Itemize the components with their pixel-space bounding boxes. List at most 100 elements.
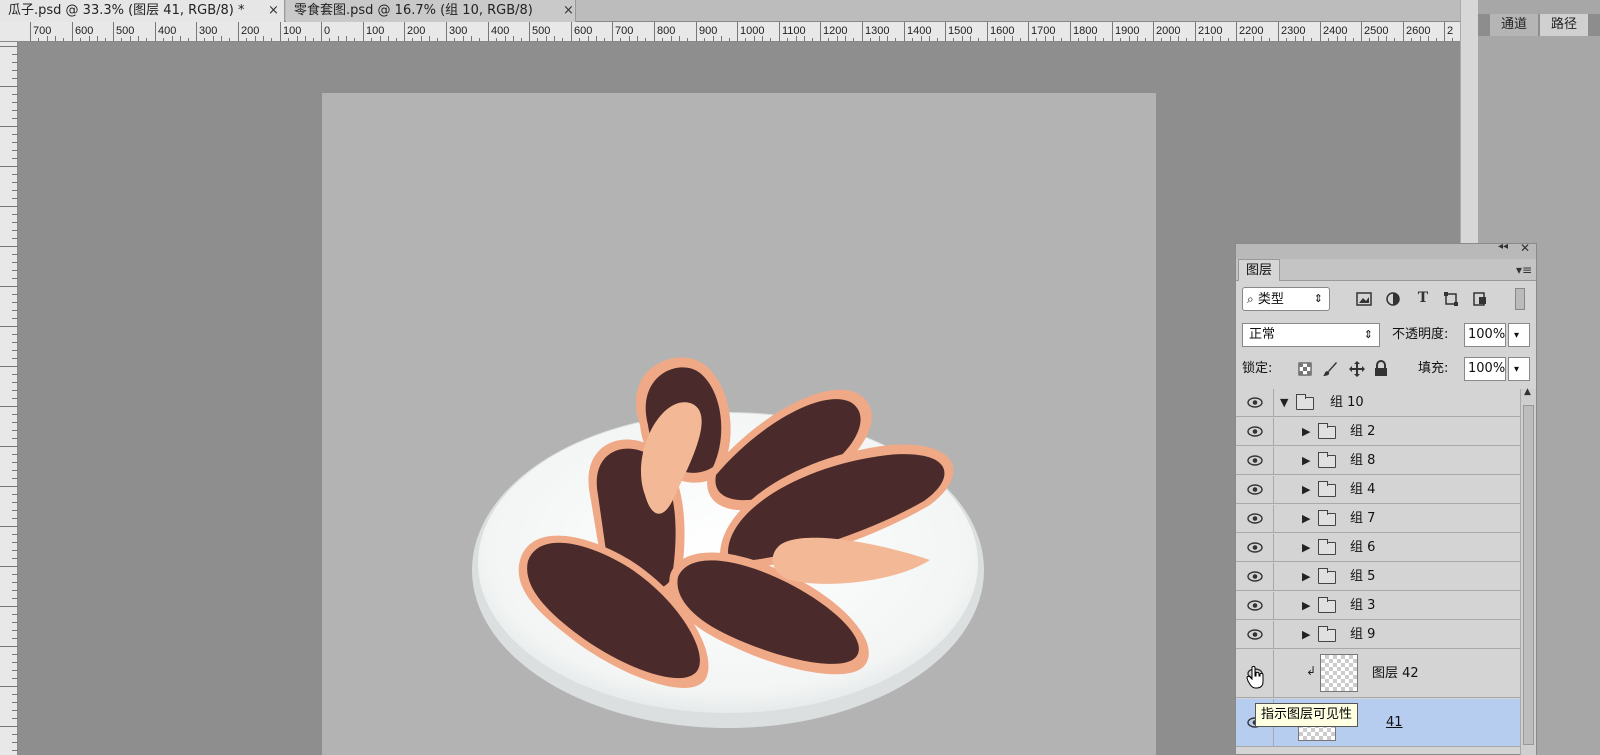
ruler-minor-tick: [271, 38, 272, 41]
visibility-toggle[interactable]: [1236, 389, 1274, 416]
ruler-minor-tick: [163, 38, 164, 41]
visibility-toggle[interactable]: [1236, 621, 1274, 648]
tab-paths[interactable]: 路径: [1540, 14, 1588, 36]
ruler-minor-tick: [995, 38, 996, 41]
visibility-toggle[interactable]: [1236, 563, 1274, 590]
expand-triangle-icon[interactable]: ▶: [1302, 570, 1310, 583]
ruler-tick: [12, 278, 17, 279]
expand-triangle-icon[interactable]: ▶: [1302, 425, 1310, 438]
layer-row-group-9[interactable]: ▶ 组 9: [1236, 621, 1520, 649]
visibility-toggle[interactable]: [1236, 476, 1274, 503]
layer-row-group-7[interactable]: ▶ 组 7: [1236, 505, 1520, 533]
ruler-label: 1400: [907, 25, 932, 37]
horizontal-ruler[interactable]: 700 600 500 400 300 200 100 0 100 200 300 400 500 600…: [0, 22, 1460, 42]
ruler-minor-tick: [180, 36, 181, 41]
expand-triangle-icon[interactable]: ▶: [1302, 512, 1310, 525]
expand-triangle-icon[interactable]: ▶: [1302, 628, 1310, 641]
eye-icon: [1247, 455, 1263, 466]
visibility-toggle[interactable]: [1236, 534, 1274, 561]
ruler-tick: [12, 718, 17, 719]
layers-panel-tabrow: 图层 ▾≡: [1236, 259, 1536, 281]
expand-triangle-icon[interactable]: ▶: [1302, 541, 1310, 554]
lock-all-icon[interactable]: [1374, 360, 1388, 377]
layer-row-group-10[interactable]: ▼ 组 10: [1236, 389, 1520, 417]
ruler-minor-tick: [221, 36, 222, 41]
filter-kind-value: 类型: [1257, 292, 1284, 307]
ruler-minor-tick: [105, 38, 106, 41]
layers-scrollbar[interactable]: ▲: [1520, 387, 1536, 755]
lock-transparent-icon[interactable]: [1298, 362, 1312, 376]
image-filter-icon[interactable]: [1356, 292, 1372, 306]
layer-row-group-3[interactable]: ▶ 组 3: [1236, 592, 1520, 620]
expand-triangle-icon[interactable]: ▼: [1280, 396, 1288, 409]
ruler-tick: [12, 630, 17, 631]
fill-dropdown[interactable]: ▾: [1508, 357, 1530, 381]
ruler-minor-tick: [246, 38, 247, 41]
ruler-tick: [12, 318, 17, 319]
lock-paint-icon[interactable]: [1322, 361, 1338, 377]
expand-triangle-icon[interactable]: ▶: [1302, 599, 1310, 612]
tab-channels[interactable]: 通道: [1490, 14, 1538, 36]
tab-layers[interactable]: 图层: [1238, 259, 1280, 281]
ruler-label: 2000: [1156, 25, 1181, 37]
layer-row-layer-42[interactable]: ↲ 图层 42: [1236, 650, 1520, 698]
ruler-tick: [12, 622, 17, 623]
ruler-minor-tick: [496, 38, 497, 41]
blend-mode-select[interactable]: 正常 ⇕: [1242, 323, 1380, 347]
vertical-ruler[interactable]: [0, 42, 18, 755]
opacity-dropdown[interactable]: ▾: [1508, 323, 1530, 347]
layer-row-group-5[interactable]: ▶ 组 5: [1236, 563, 1520, 591]
ruler-label: 2100: [1198, 25, 1223, 37]
layer-name: 组 8: [1350, 453, 1376, 468]
ruler-tick: [0, 326, 17, 327]
select-arrows-icon: ⇕: [1363, 328, 1373, 341]
scroll-thumb[interactable]: [1523, 405, 1534, 745]
ruler-minor-tick: [912, 38, 913, 41]
panel-menu-icon[interactable]: ▾≡: [1516, 259, 1532, 281]
expand-triangle-icon[interactable]: ▶: [1302, 454, 1310, 467]
close-tab-icon[interactable]: ×: [563, 0, 574, 22]
visibility-toggle[interactable]: [1236, 505, 1274, 532]
visibility-toggle[interactable]: [1236, 418, 1274, 445]
smart-object-filter-icon[interactable]: [1472, 291, 1488, 307]
text-filter-icon[interactable]: T: [1413, 287, 1433, 309]
ruler-minor-tick: [687, 38, 688, 41]
ruler-minor-tick: [89, 36, 90, 41]
ruler-tick: [0, 486, 17, 487]
layer-row-group-8[interactable]: ▶ 组 8: [1236, 447, 1520, 475]
filter-toggle-switch[interactable]: [1515, 288, 1525, 310]
ruler-tick: [12, 438, 17, 439]
layer-row-group-4[interactable]: ▶ 组 4: [1236, 476, 1520, 504]
close-icon[interactable]: ✕: [1520, 241, 1530, 255]
ruler-minor-tick: [1220, 36, 1221, 41]
ruler-minor-tick: [895, 38, 896, 41]
filter-kind-select[interactable]: ⌕ 类型 ⇕: [1242, 287, 1330, 311]
shape-filter-icon[interactable]: [1443, 291, 1459, 307]
dock-tab-row: 通道 路径: [1478, 14, 1600, 36]
ruler-minor-tick: [172, 36, 173, 41]
fill-input[interactable]: 100%: [1464, 357, 1506, 381]
doc-tab-guazi[interactable]: 瓜子.psd @ 33.3% (图层 41, RGB/8) *: [0, 0, 285, 22]
layers-panel-titlebar[interactable]: ◂◂ ✕: [1236, 241, 1536, 259]
ruler-minor-tick: [1078, 38, 1079, 41]
chevron-down-icon: ▾: [1514, 364, 1520, 375]
layer-row-group-6[interactable]: ▶ 组 6: [1236, 534, 1520, 562]
collapse-icon[interactable]: ◂◂: [1498, 241, 1508, 252]
scroll-up-icon[interactable]: ▲: [1524, 387, 1531, 397]
ruler-minor-tick: [579, 38, 580, 41]
expand-triangle-icon[interactable]: ▶: [1302, 483, 1310, 496]
opacity-input[interactable]: 100%: [1464, 323, 1506, 347]
visibility-toggle[interactable]: [1236, 447, 1274, 474]
doc-tab-lingshi[interactable]: 零食套图.psd @ 16.7% (组 10, RGB/8): [286, 0, 576, 22]
search-icon: ⌕: [1247, 292, 1254, 306]
close-tab-icon[interactable]: ×: [268, 0, 279, 22]
adjustment-filter-icon[interactable]: [1385, 291, 1401, 307]
visibility-toggle[interactable]: [1236, 592, 1274, 619]
ruler-minor-tick: [762, 36, 763, 41]
layer-row-group-2[interactable]: ▶ 组 2: [1236, 418, 1520, 446]
ruler-minor-tick: [1178, 36, 1179, 41]
ruler-tick: [12, 222, 17, 223]
ruler-tick: [12, 238, 17, 239]
ruler-minor-tick: [704, 38, 705, 41]
lock-move-icon[interactable]: [1348, 360, 1366, 378]
